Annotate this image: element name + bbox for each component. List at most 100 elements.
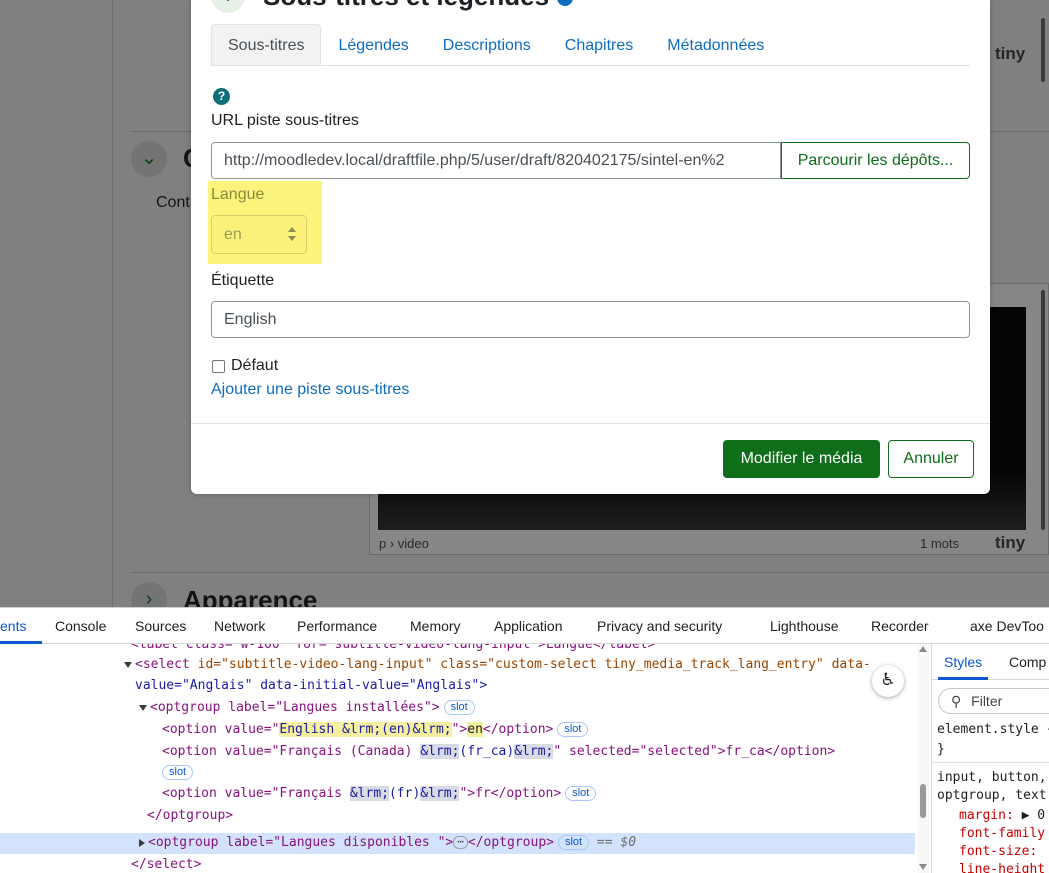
track-tabs: Sous-titres Légendes Descriptions Chapit… (211, 24, 970, 66)
devtools-tab-privacy[interactable]: Privacy and security (597, 618, 722, 634)
slot-badge[interactable]: slot (557, 835, 590, 850)
devtools-tab-performance[interactable]: Performance (297, 618, 377, 634)
tab-sous-titres[interactable]: Sous-titres (211, 24, 322, 65)
dom-option-value: (fr) (388, 786, 421, 801)
dom-option-tag: <option value=" (162, 722, 280, 737)
dom-line-select-close[interactable]: </select> (131, 855, 201, 873)
dom-select-attrs: id="subtitle-video-lang-input" class="cu… (189, 657, 871, 672)
dom-option-close: </option> (482, 722, 554, 737)
slot-badge[interactable]: slot (443, 700, 475, 715)
editor-scrollbar[interactable] (1041, 290, 1045, 530)
prop-margin[interactable]: margin: ▶ 0 (959, 808, 1045, 823)
dom-line-optgroup-installed[interactable]: <optgroup label="Langues installées"> slo… (139, 698, 475, 718)
tab-chapitres[interactable]: Chapitres (548, 24, 650, 65)
slot-badge[interactable]: slot (557, 722, 589, 737)
devtools-tab-sources[interactable]: Sources (135, 618, 186, 634)
prop-name: margin: (959, 808, 1014, 823)
devtools-tabbar: ents Console Sources Network Performance… (0, 608, 1049, 644)
dom-entity: &lrm; (420, 744, 460, 759)
rule-selector[interactable]: input, button, (937, 770, 1047, 785)
rule-close-brace: } (937, 742, 945, 757)
dom-optgroup-close: </optgroup> (147, 808, 234, 823)
collapsed-ellipsis[interactable]: ⋯ (453, 836, 468, 849)
dom-option-value: English &lrm;(en)&lrm; (279, 722, 452, 737)
chevron-down-icon: ⌄ (140, 147, 158, 169)
media-dialog: ⌄ Sous-titres et légendes Sous-titres Lé… (191, 0, 990, 494)
element-style-rule[interactable]: element.style { (937, 722, 1049, 737)
devtools-tab-application[interactable]: Application (494, 618, 563, 634)
dom-line-optgroup-close[interactable]: </optgroup> (147, 806, 233, 826)
top-scrollbar[interactable] (1041, 18, 1045, 82)
language-select[interactable]: en (211, 215, 307, 254)
dom-scrollbar[interactable] (917, 644, 929, 873)
submit-button[interactable]: Modifier le média (723, 440, 880, 478)
filter-placeholder: Filter (971, 693, 1003, 709)
tab-descriptions[interactable]: Descriptions (426, 24, 548, 65)
label-input[interactable]: English (211, 301, 970, 338)
dom-line-optgroup-available[interactable]: <optgroup label="Langues disponibles "> ⋯… (139, 833, 636, 853)
devtools-tab-axe[interactable]: axe DevToo (970, 618, 1044, 634)
dom-label-tag: <label class="w-100" for="subtitle-video… (131, 644, 656, 652)
prop-value: ▶ 0 (1021, 808, 1046, 823)
prop-line-height[interactable]: line-height (959, 862, 1045, 873)
styles-tabbar: Styles Comp (932, 644, 1049, 680)
cancel-button[interactable]: Annuler (888, 440, 974, 478)
default-checkbox[interactable] (212, 360, 225, 373)
browse-repositories-button[interactable]: Parcourir les dépôts... (781, 142, 970, 179)
prop-font-size[interactable]: font-size: (959, 844, 1037, 859)
dom-line-slot[interactable]: slot (162, 763, 194, 783)
tab-metadonnees[interactable]: Métadonnées (650, 24, 781, 65)
dom-line-option-fr[interactable]: <option value="Français &lrm;(fr)&lrm;">… (162, 784, 597, 804)
devtools-tab-elements[interactable]: ents (0, 618, 26, 634)
devtools-tab-network[interactable]: Network (214, 618, 265, 634)
expand-triangle-icon[interactable] (124, 661, 132, 668)
rule-selector-cont[interactable]: optgroup, text (937, 788, 1047, 803)
dialog-title-row: ⌄ Sous-titres et légendes (211, 0, 574, 16)
help-icon[interactable] (557, 0, 574, 6)
dom-select-close: </select> (131, 857, 202, 872)
chevron-right-icon: › (145, 588, 153, 607)
dom-line-label[interactable]: <label class="w-100" for="subtitle-video… (131, 644, 655, 655)
dom-line-option-fr-ca[interactable]: <option value="Français (Canada) &lrm;(f… (162, 742, 835, 762)
label-field-label: Étiquette (211, 272, 275, 289)
accessibility-icon[interactable]: ♿ (872, 665, 904, 697)
dom-line-select[interactable]: <select id="subtitle-video-lang-input" c… (124, 655, 871, 675)
dom-line-select-cont[interactable]: value="Anglais" data-initial-value="Angl… (135, 676, 487, 696)
dom-line-option-en[interactable]: <option value="English &lrm;(en)&lrm;">e… (162, 720, 589, 740)
dom-entity: &lrm; (514, 744, 554, 759)
add-track-link[interactable]: Ajouter une piste sous-titres (211, 381, 409, 399)
dom-option-close: " selected="selected">fr_ca</option> (553, 744, 836, 759)
tab-legendes[interactable]: Légendes (321, 24, 425, 65)
expand-triangle-icon[interactable] (139, 838, 145, 847)
apparence-heading: Apparence (183, 585, 318, 607)
styles-panel: Styles Comp ⚲ Filter element.style { } i… (931, 644, 1049, 873)
devtools-tab-recorder[interactable]: Recorder (871, 618, 929, 634)
language-field-highlight: Langue en (208, 181, 322, 264)
scroll-up-icon[interactable] (919, 646, 927, 652)
section-collapse-button[interactable]: ⌄ (131, 141, 167, 177)
slot-badge[interactable]: slot (565, 786, 597, 801)
editor-status-path[interactable]: p › video (379, 536, 429, 551)
dom-option-text: en (467, 722, 483, 737)
expand-triangle-icon[interactable] (139, 704, 147, 711)
devtools-tab-memory[interactable]: Memory (410, 618, 461, 634)
word-count: 1 mots (920, 536, 960, 551)
chevron-down-icon[interactable]: ⌄ (211, 0, 245, 13)
tab-styles[interactable]: Styles (944, 654, 982, 670)
devtools-tab-console[interactable]: Console (55, 618, 106, 634)
select-arrows-icon (288, 227, 296, 241)
dom-entity: &lrm; (420, 786, 460, 801)
dom-option-close: ">fr</option> (459, 786, 562, 801)
prop-font-family[interactable]: font-family (959, 826, 1045, 841)
slot-badge[interactable]: slot (162, 765, 194, 780)
language-label: Langue (211, 186, 265, 203)
active-tab-indicator (938, 677, 988, 680)
scroll-thumb[interactable] (920, 784, 926, 818)
tab-computed[interactable]: Comp (1009, 654, 1046, 670)
help-icon[interactable]: ? (213, 88, 230, 105)
filter-icon: ⚲ (951, 693, 962, 709)
styles-filter-input[interactable]: ⚲ Filter (938, 688, 1049, 714)
scroll-down-icon[interactable] (919, 864, 927, 870)
url-input[interactable]: http://moodledev.local/draftfile.php/5/u… (211, 142, 781, 179)
devtools-tab-lighthouse[interactable]: Lighthouse (770, 618, 839, 634)
